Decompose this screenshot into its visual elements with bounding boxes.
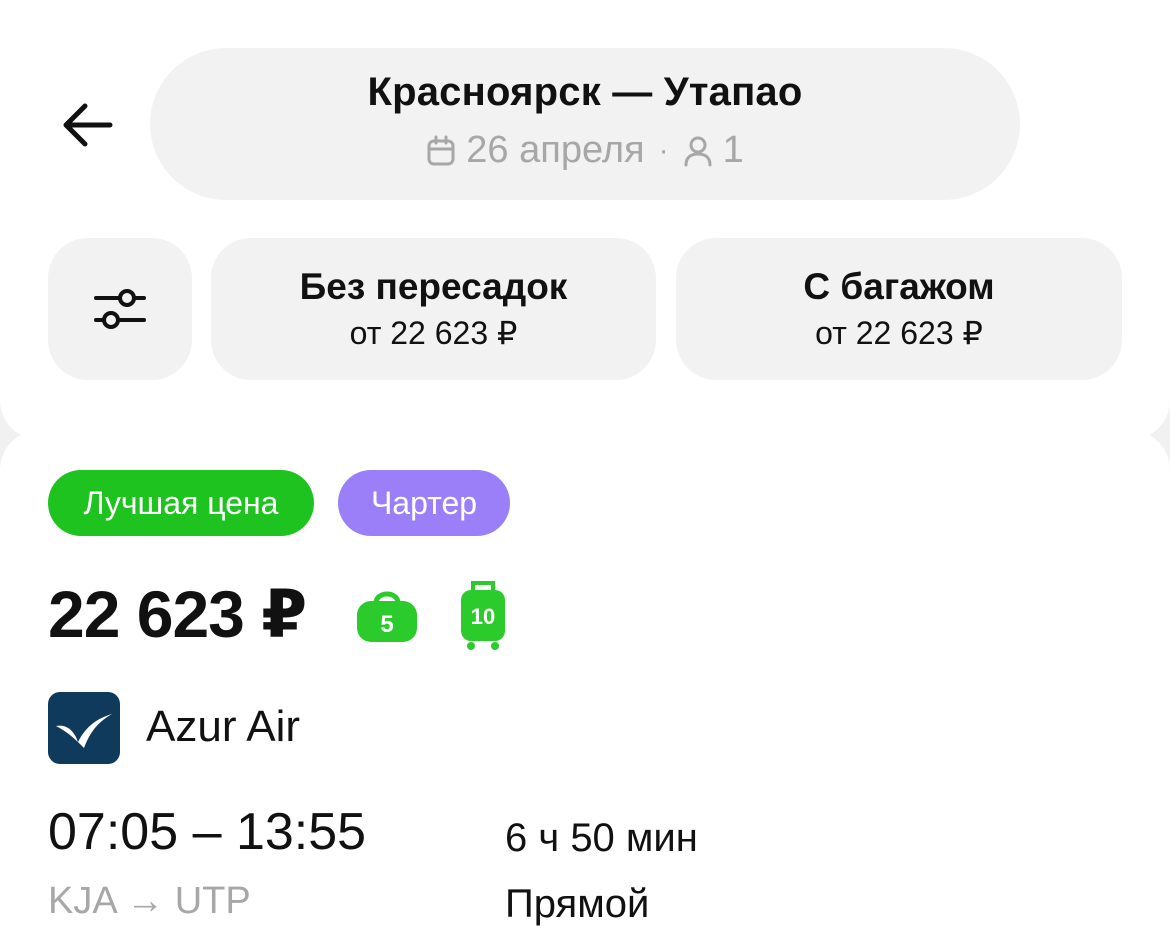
- checked-baggage-weight: 10: [471, 604, 495, 629]
- person-icon: [684, 136, 712, 166]
- chip-title: Без пересадок: [299, 266, 568, 307]
- search-params: 26 апреля · 1: [426, 129, 744, 172]
- filter-chip-direct[interactable]: Без пересадок от 22 623 ₽: [211, 238, 656, 380]
- calendar-icon: [427, 135, 455, 165]
- chip-price: от 22 623 ₽: [349, 315, 518, 351]
- ticket-card[interactable]: Лучшая цена Чартер 22 623 ₽ 5 10 Azur Ai…: [0, 430, 1170, 950]
- route-search-summary[interactable]: Красноярск — Утапао 26 апреля · 1: [150, 48, 1020, 200]
- filter-sliders-icon: [94, 289, 146, 329]
- badge-best-price: Лучшая цена: [48, 470, 314, 536]
- flight-times: 07:05 – 13:55: [48, 803, 367, 861]
- passenger-count: 1: [722, 129, 744, 171]
- header-area: Красноярск — Утапао 26 апреля · 1 Без пе…: [0, 0, 1170, 440]
- airline-name: Azur Air: [146, 702, 301, 751]
- filter-chip-baggage[interactable]: С багажом от 22 623 ₽: [676, 238, 1122, 380]
- route-title: Красноярск — Утапао: [367, 70, 803, 114]
- separator-dot: ·: [658, 133, 669, 167]
- flight-duration: 6 ч 50 мин: [505, 816, 698, 860]
- back-arrow-icon: [63, 103, 113, 147]
- ticket-price: 22 623 ₽: [48, 577, 307, 651]
- page: Красноярск — Утапао 26 апреля · 1 Без пе…: [0, 0, 1170, 950]
- filters-button[interactable]: [48, 238, 192, 380]
- transfer-info: Прямой: [505, 882, 650, 926]
- hand-baggage-icon: 5: [357, 591, 417, 642]
- chip-title: С багажом: [803, 266, 995, 307]
- hand-baggage-weight: 5: [380, 611, 393, 638]
- chip-price: от 22 623 ₽: [815, 315, 983, 351]
- suitcase-icon: 10: [461, 581, 505, 650]
- airport-codes: KJA → UTP: [48, 880, 251, 922]
- azur-air-logo: [48, 692, 120, 764]
- badge-charter: Чартер: [338, 470, 510, 536]
- back-button[interactable]: [54, 92, 120, 158]
- departure-date: 26 апреля: [466, 129, 645, 171]
